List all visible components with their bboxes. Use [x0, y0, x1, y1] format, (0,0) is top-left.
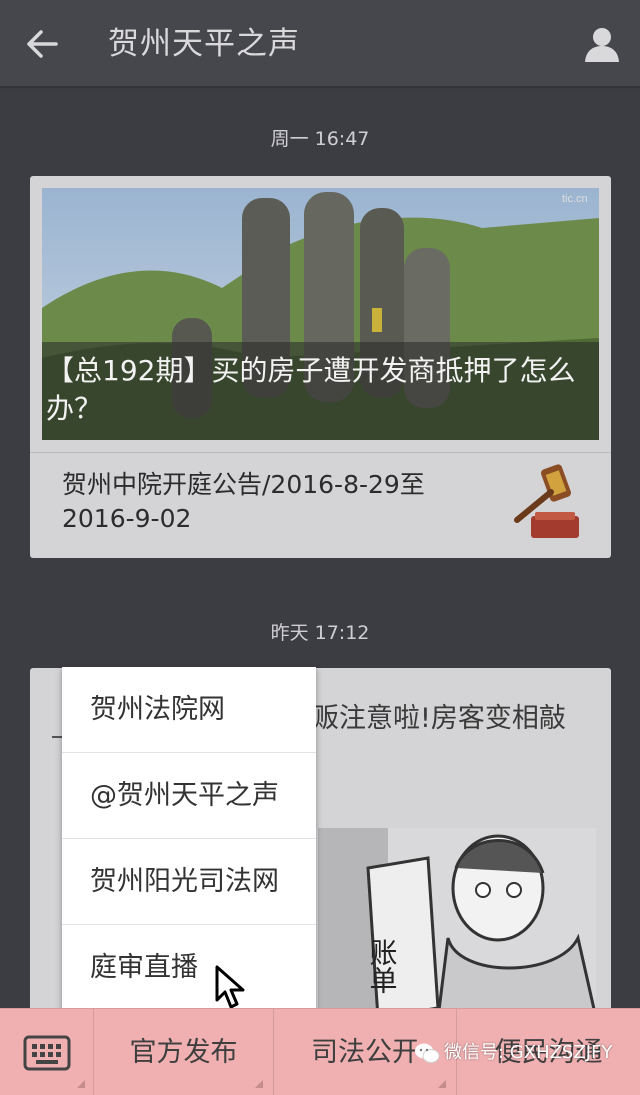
top-bar: 贺州天平之声	[0, 0, 640, 88]
comic-image: 账单	[278, 828, 596, 1018]
chat-title: 贺州天平之声	[108, 26, 300, 62]
profile-button[interactable]	[578, 20, 626, 68]
keyboard-icon	[23, 1035, 70, 1070]
popup-item-weibo[interactable]: @贺州天平之声	[62, 753, 316, 839]
submenu-indicator	[255, 1080, 263, 1088]
popup-item-judicial-website[interactable]: 贺州阳光司法网	[62, 839, 316, 925]
comic-illustration: 账单	[278, 828, 596, 1018]
message-timestamp: 周一 16:47	[270, 128, 370, 150]
gavel-icon	[514, 464, 579, 538]
submenu-indicator	[438, 1080, 446, 1088]
back-button[interactable]	[14, 22, 70, 66]
article-cover-image[interactable]: tic.cn 【总192期】买的房子遭开发商抵押了怎么办？	[42, 188, 599, 440]
card-divider	[30, 452, 611, 453]
arrow-left-icon	[27, 30, 58, 58]
submenu-indicator	[77, 1080, 85, 1088]
article-title: 贩注意啦!房客变相敲	[312, 703, 566, 734]
message-timestamp: 昨天 17:12	[270, 622, 370, 644]
wechat-watermark: 微信号: GXHZSZJFY	[414, 1040, 612, 1066]
menu-label: 官方发布	[129, 1037, 238, 1068]
popup-menu: 贺州法院网 @贺州天平之声 贺州阳光司法网 庭审直播	[62, 667, 316, 1011]
svg-text:tic.cn: tic.cn	[562, 193, 588, 205]
comic-bill-text: 账单	[366, 938, 399, 994]
sub-article-title[interactable]: 贺州中院开庭公告/2016-8-29至2016-9-02	[62, 468, 482, 536]
mouse-cursor-icon	[215, 965, 245, 1009]
wechat-logo-icon	[415, 1043, 440, 1063]
menu-label: 司法公开	[311, 1037, 419, 1068]
popup-item-trial-live[interactable]: 庭审直播	[62, 925, 316, 1011]
article-card[interactable]: tic.cn 【总192期】买的房子遭开发商抵押了怎么办？ 贺州中院开庭公告/2…	[30, 176, 611, 558]
watermark-text: 微信号: GXHZSZJFY	[444, 1042, 613, 1063]
popup-item-court-website[interactable]: 贺州法院网	[62, 667, 316, 753]
keyboard-toggle-button[interactable]	[0, 1009, 94, 1095]
cropped-text-fragment	[52, 736, 62, 738]
article-cover-caption: 【总192期】买的房子遭开发商抵押了怎么办？	[42, 342, 599, 440]
menu-official-release[interactable]: 官方发布	[94, 1009, 274, 1095]
person-icon	[585, 28, 619, 62]
